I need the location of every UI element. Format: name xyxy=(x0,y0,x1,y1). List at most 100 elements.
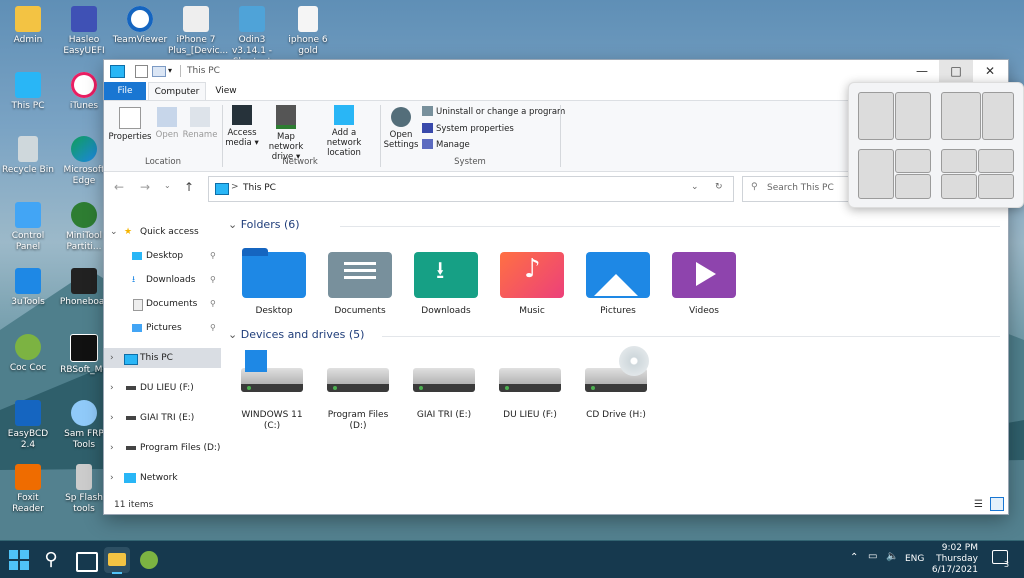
drive-d[interactable]: Program Files (D:) xyxy=(318,354,398,432)
tab-view[interactable]: View xyxy=(208,82,244,100)
uninstall-program-button[interactable]: Uninstall or change a program xyxy=(422,105,565,119)
address-bar[interactable]: > This PC ⌄ ↻ xyxy=(208,176,734,202)
3utools-icon xyxy=(15,268,41,294)
start-button[interactable] xyxy=(6,547,32,573)
clock[interactable]: 9:02 PM Thursday 6/17/2021 xyxy=(932,543,978,576)
drive-icon xyxy=(126,416,136,420)
desktop-icon-thispc[interactable]: This PC xyxy=(0,72,56,112)
snap-zone[interactable] xyxy=(858,92,894,140)
sidebar-item-documents[interactable]: Documents ⚲ xyxy=(104,294,221,314)
folder-pictures[interactable]: Pictures xyxy=(580,244,656,316)
maximize-button[interactable]: □ xyxy=(939,60,973,82)
desktop-icon-coccoc[interactable]: Coc Coc xyxy=(0,334,56,374)
folder-videos[interactable]: Videos xyxy=(666,244,742,316)
folder-documents[interactable]: Documents xyxy=(322,244,398,316)
forward-arrow-icon[interactable]: → xyxy=(140,180,150,194)
drive-e[interactable]: GIAI TRI (E:) xyxy=(404,354,484,421)
network-icon[interactable]: ▭ xyxy=(868,551,877,562)
open-icon xyxy=(157,107,177,127)
coccoc-taskbar-icon[interactable] xyxy=(136,547,162,573)
add-network-location-button[interactable]: Add a network location xyxy=(314,105,374,158)
desktop-icon-iphone7[interactable]: iPhone 7 Plus_[Devic... xyxy=(168,6,228,57)
phoneboard-icon xyxy=(71,268,97,294)
task-view-icon[interactable] xyxy=(72,547,98,573)
desktop-icon-3utools[interactable]: 3uTools xyxy=(0,268,56,308)
sidebar-item-desktop[interactable]: Desktop ⚲ xyxy=(104,246,221,266)
snap-zone[interactable] xyxy=(978,174,1014,199)
cd-drive-icon xyxy=(585,346,649,392)
search-input[interactable]: Search This PC xyxy=(767,183,834,193)
sidebar-item-quick-access[interactable]: ⌄ ★ Quick access xyxy=(104,222,221,242)
manage-icon xyxy=(422,139,433,149)
folders-section-header[interactable]: ⌄ Folders (6) xyxy=(228,218,300,231)
snap-zone[interactable] xyxy=(941,92,981,140)
snap-zone[interactable] xyxy=(895,174,931,199)
drive-h[interactable]: CD Drive (H:) xyxy=(576,346,656,421)
drive-c[interactable]: WINDOWS 11 (C:) xyxy=(232,350,312,432)
properties-quick-icon[interactable] xyxy=(135,65,148,78)
rename-button[interactable]: Rename xyxy=(182,107,218,140)
snap-zone[interactable] xyxy=(982,92,1014,140)
file-explorer-taskbar-icon[interactable] xyxy=(104,547,130,574)
sidebar-item-network[interactable]: › Network xyxy=(104,468,221,488)
sidebar-item-giai-tri[interactable]: › GIAI TRI (E:) xyxy=(104,408,221,428)
sidebar-item-pictures[interactable]: Pictures ⚲ xyxy=(104,318,221,338)
show-hidden-icons[interactable]: ⌃ xyxy=(850,552,858,563)
network-drive-icon xyxy=(276,105,296,129)
snap-zone[interactable] xyxy=(978,149,1014,173)
tab-computer[interactable]: Computer xyxy=(148,82,206,101)
sidebar-item-this-pc[interactable]: › This PC xyxy=(104,348,221,368)
desktop-icon-easybcd[interactable]: EasyBCD 2.4 xyxy=(0,400,56,451)
folder-downloads[interactable]: ⭳ Downloads xyxy=(408,244,484,316)
up-arrow-icon[interactable]: ↑ xyxy=(184,180,194,194)
map-network-drive-button[interactable]: Map network drive ▾ xyxy=(260,105,312,162)
download-icon: ⭳ xyxy=(132,275,136,285)
folder-desktop[interactable]: Desktop xyxy=(236,244,312,316)
drive-f[interactable]: DU LIEU (F:) xyxy=(490,354,570,421)
desktop-icon-odin3[interactable]: Odin3 v3.14.1 - Shortcut xyxy=(224,6,280,68)
search-icon[interactable]: ⚲ xyxy=(38,547,64,573)
drives-section-header[interactable]: ⌄ Devices and drives (5) xyxy=(228,328,364,341)
breadcrumb-this-pc[interactable]: This PC xyxy=(243,183,276,193)
desktop-icon-controlpanel[interactable]: Control Panel xyxy=(0,202,56,253)
desktop-icon-teamviewer[interactable]: TeamViewer xyxy=(112,6,168,46)
language-indicator[interactable]: ENG xyxy=(905,554,924,564)
control-panel-icon xyxy=(15,202,41,228)
pictures-folder-icon xyxy=(586,244,650,298)
volume-icon[interactable]: 🔈 xyxy=(886,551,898,562)
search-box[interactable]: ⚲ Search This PC xyxy=(742,176,852,202)
open-settings-button[interactable]: Open Settings xyxy=(382,107,420,150)
details-view-icon[interactable]: ☰ xyxy=(974,499,983,510)
desktop-icon-easyuefi[interactable]: Hasleo EasyUEFI xyxy=(56,6,112,57)
chevron-down-icon[interactable]: ⌄ xyxy=(691,182,699,192)
customize-toolbar-icon[interactable]: ▾ xyxy=(168,66,172,75)
sidebar-item-du-lieu[interactable]: › DU LIEU (F:) xyxy=(104,378,221,398)
desktop-icon-recycle[interactable]: Recycle Bin xyxy=(0,136,56,176)
snap-zone[interactable] xyxy=(858,149,894,199)
back-arrow-icon[interactable]: ← xyxy=(114,180,124,194)
desktop-icon-admin[interactable]: Admin xyxy=(0,6,56,46)
properties-icon xyxy=(119,107,141,129)
folder-music[interactable]: ♪ Music xyxy=(494,244,570,316)
large-icons-view-icon[interactable] xyxy=(990,497,1004,511)
manage-button[interactable]: Manage xyxy=(422,138,470,152)
sidebar-item-program-files[interactable]: › Program Files (D:) xyxy=(104,438,221,458)
desktop-icon-iphone6[interactable]: iphone 6 gold xyxy=(280,6,336,57)
open-button[interactable]: Open xyxy=(152,107,182,140)
close-button[interactable]: ✕ xyxy=(973,60,1007,82)
sidebar-item-downloads[interactable]: ⭳ Downloads ⚲ xyxy=(104,270,221,290)
snap-zone[interactable] xyxy=(941,174,977,199)
snap-zone[interactable] xyxy=(941,149,977,173)
minimize-button[interactable]: — xyxy=(905,60,939,82)
access-media-button[interactable]: Access media ▾ xyxy=(224,105,260,148)
recent-locations-icon[interactable]: ⌄ xyxy=(164,181,171,190)
snap-zone[interactable] xyxy=(895,149,931,173)
snap-zone[interactable] xyxy=(895,92,931,140)
refresh-icon[interactable]: ↻ xyxy=(715,182,723,192)
desktop-icon-foxit[interactable]: Foxit Reader xyxy=(0,464,56,515)
system-properties-button[interactable]: System properties xyxy=(422,122,514,136)
tab-file[interactable]: File xyxy=(104,82,146,100)
properties-button[interactable]: Properties xyxy=(108,107,152,142)
new-folder-quick-icon[interactable] xyxy=(152,66,166,77)
drive-icon xyxy=(126,446,136,450)
